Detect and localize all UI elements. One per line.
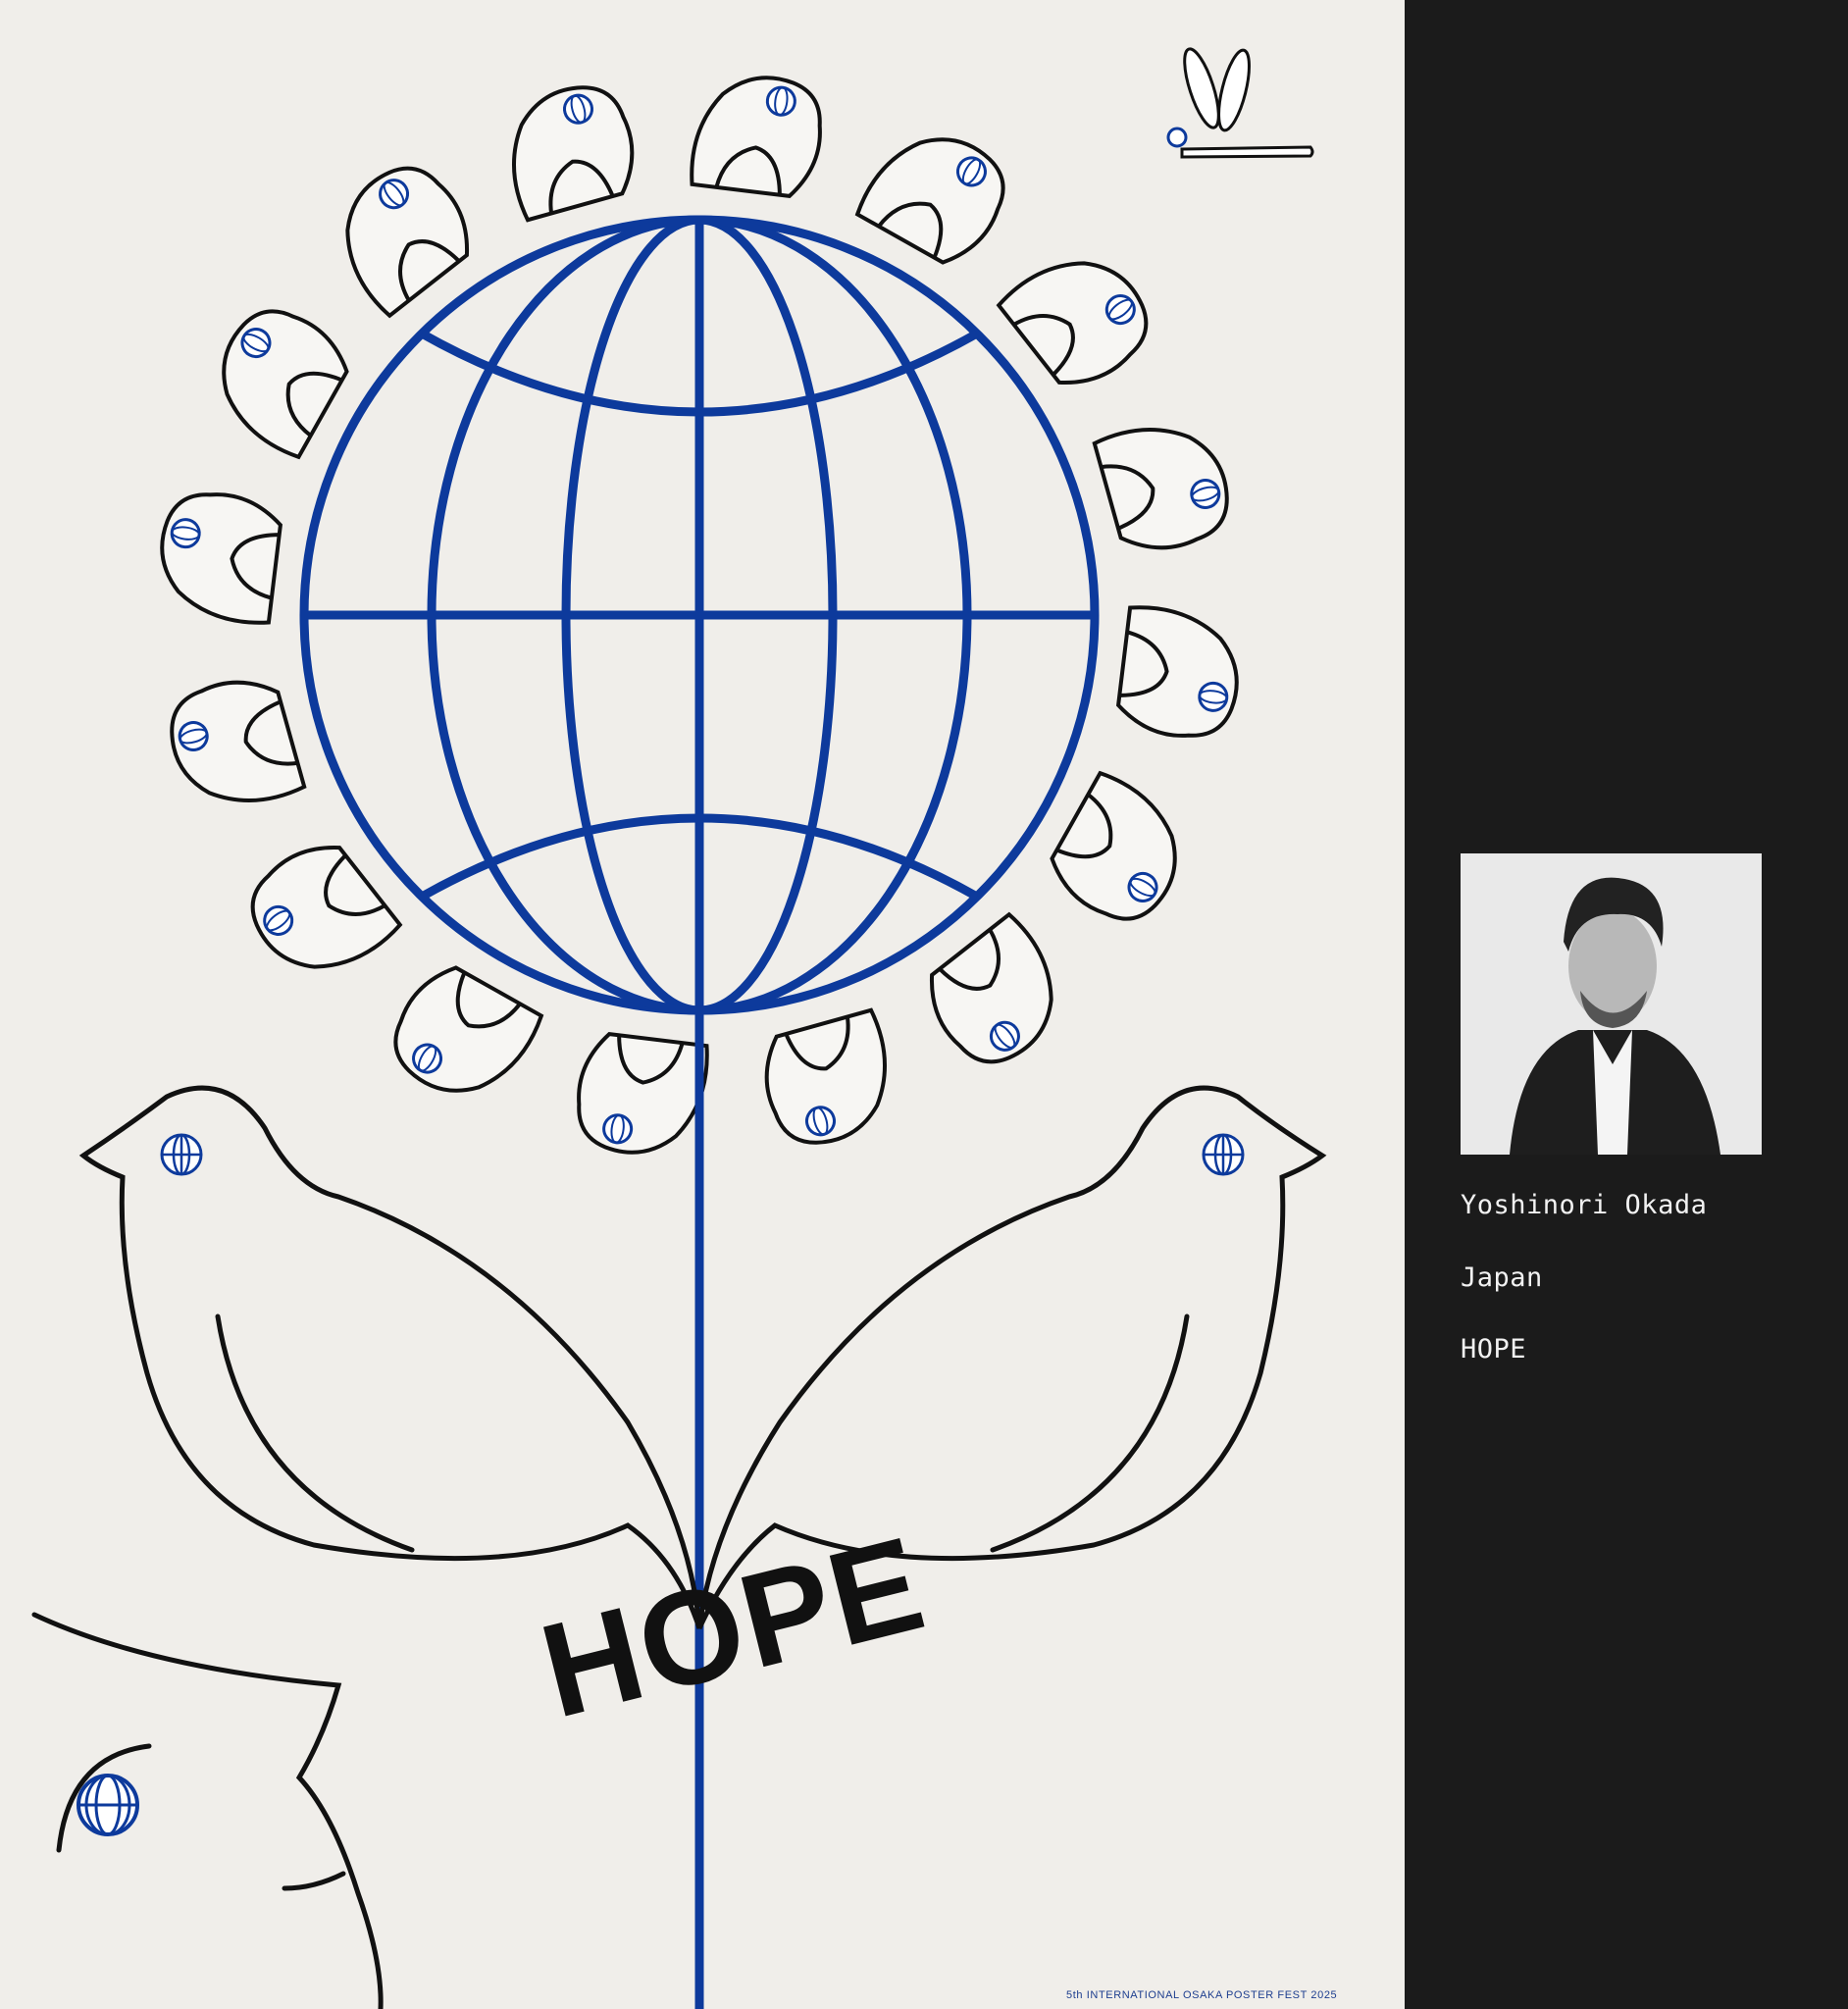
page: HOPE 5th INTERNATIONAL OSAKA POSTER FEST… <box>0 0 1848 2009</box>
artist-name: Yoshinori Okada <box>1461 1190 1708 1220</box>
artist-portrait-image <box>1461 853 1762 1155</box>
frog-icon <box>160 492 283 625</box>
artist-country: Japan <box>1461 1262 1543 1293</box>
frog-icon <box>1115 605 1239 738</box>
work-title: HOPE <box>1461 1334 1527 1365</box>
frog-icon <box>170 680 307 802</box>
frog-icon <box>577 1031 709 1155</box>
frog-icon <box>393 965 544 1093</box>
festival-footer: 5th INTERNATIONAL OSAKA POSTER FEST 2025 <box>1066 1989 1338 2001</box>
frog-icon <box>512 85 635 223</box>
poster-artwork: HOPE 5th INTERNATIONAL OSAKA POSTER FEST… <box>0 0 1405 2009</box>
info-panel: Yoshinori Okada Japan HOPE <box>1405 0 1848 2009</box>
frog-icon <box>764 1007 887 1145</box>
artist-photo <box>1461 853 1762 1155</box>
frog-icon <box>930 911 1053 1064</box>
frog-icon <box>1092 428 1229 550</box>
right-dove-eye-icon <box>1202 1133 1245 1176</box>
frog-icon <box>854 137 1005 265</box>
globe-icon <box>299 215 1100 1015</box>
left-dove-eye-icon <box>160 1133 203 1176</box>
frog-icon <box>222 309 349 460</box>
dragonfly-icon <box>1166 47 1314 159</box>
frog-icon <box>345 166 469 319</box>
frog-icon <box>250 846 403 969</box>
frog-icon <box>690 76 822 199</box>
frog-icon <box>996 261 1149 385</box>
frog-icon <box>1050 770 1177 921</box>
large-bird-eye-icon <box>77 1774 139 1836</box>
